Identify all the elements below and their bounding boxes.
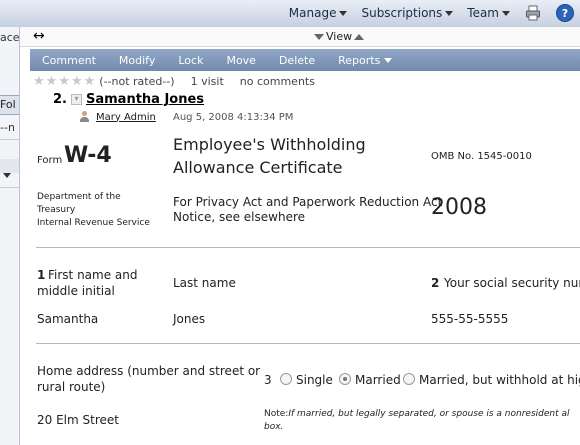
modify-menu-item[interactable]: Modify [107, 54, 166, 67]
omb-number: OMB No. 1545-0010 [431, 151, 532, 162]
star-icon[interactable]: ★ [84, 75, 96, 88]
star-icon[interactable]: ★ [33, 75, 45, 88]
entry-title: 2. ▾ Samantha Jones [53, 92, 204, 107]
help-icon: ? [556, 4, 574, 22]
filing-status-single[interactable]: Single [280, 373, 333, 387]
form-year: 2008 [431, 195, 487, 220]
help-button[interactable]: ? [556, 4, 574, 22]
department-line2: Treasury [37, 205, 76, 215]
comment-menu-item[interactable]: Comment [30, 54, 107, 67]
star-icon[interactable]: ★ [71, 75, 83, 88]
panel-header: ↔ View [20, 27, 580, 47]
married-higher-label: Married, but withhold at highe [419, 373, 580, 387]
chevron-down-icon [339, 10, 348, 16]
filing-status-married-higher[interactable]: Married, but withhold at highe [403, 373, 580, 387]
rating-text: (--not rated--) [99, 75, 175, 88]
single-label: Single [296, 373, 333, 387]
field-number-1: 1 [37, 268, 46, 282]
visit-count: 1 visit [190, 75, 224, 88]
lock-menu-item[interactable]: Lock [166, 54, 214, 67]
star-rating[interactable]: ★ ★ ★ ★ ★ [33, 75, 95, 88]
last-name-label: Last name [173, 276, 236, 290]
first-name-label-line2: middle initial [37, 284, 115, 298]
entry-menu-icon[interactable]: ▾ [70, 94, 82, 105]
privacy-notice-line1: For Privacy Act and Paperwork Reduction … [173, 195, 443, 209]
content-panel: ↔ View Comment Modify Lock Move Delete R… [19, 27, 580, 445]
divider [36, 247, 580, 248]
entry-number: 2. [53, 92, 67, 107]
print-button[interactable] [524, 4, 542, 22]
address-label-line2: rural route) [37, 380, 106, 394]
first-name-value: Samantha [37, 312, 99, 326]
resize-icon[interactable]: ↔ [33, 28, 45, 44]
field-number-2: 2 [431, 276, 440, 290]
comment-count: no comments [239, 75, 315, 88]
ssn-label: Your social security num [444, 276, 580, 290]
reports-label: Reports [338, 53, 381, 67]
radio-button[interactable] [403, 373, 415, 385]
note-text: If married, but legally separated, or sp… [288, 409, 570, 419]
star-icon[interactable]: ★ [46, 75, 58, 88]
entry-author: Mary Admin [79, 111, 156, 123]
team-menu[interactable]: Team [467, 6, 510, 20]
top-bar: Manage Subscriptions Team ? [0, 0, 580, 28]
chevron-down-icon [3, 173, 11, 178]
radio-button-selected[interactable] [339, 373, 351, 385]
first-name-label-line1: First name and [48, 268, 138, 282]
field-number-3: 3 [264, 373, 272, 387]
delete-menu-item[interactable]: Delete [267, 54, 326, 67]
department-line1: Department of the [37, 192, 121, 202]
chevron-down-icon [445, 10, 454, 16]
subscriptions-menu[interactable]: Subscriptions [361, 6, 454, 20]
expand-icon [354, 33, 365, 40]
married-label: Married [355, 373, 401, 387]
manage-menu[interactable]: Manage [289, 6, 348, 20]
ssn-value: 555-55-5555 [431, 312, 509, 326]
entry-meta: ★ ★ ★ ★ ★ (--not rated--) 1 visit no com… [33, 75, 315, 88]
chevron-down-icon [384, 57, 393, 63]
divider [36, 343, 580, 344]
form-label: Form [37, 155, 63, 166]
printer-icon [526, 5, 540, 21]
radio-button[interactable] [280, 373, 292, 385]
privacy-notice-line2: Notice, see elsewhere [173, 210, 306, 224]
team-label: Team [467, 6, 499, 20]
form-title-line1: Employee's Withholding [173, 135, 366, 154]
form-code: W-4 [64, 143, 112, 168]
user-icon [79, 111, 90, 123]
background-tab-label: Fol [0, 98, 16, 111]
view-label: View [326, 30, 353, 43]
reports-menu[interactable]: Reports [326, 54, 403, 67]
filing-status-married[interactable]: Married [339, 373, 401, 387]
note-lead: Note: [264, 409, 289, 419]
entry-title-link[interactable]: Samantha Jones [86, 92, 204, 107]
department-line3: Internal Revenue Service [37, 218, 150, 228]
note-tail: box. [264, 422, 284, 432]
move-menu-item[interactable]: Move [214, 54, 267, 67]
address-label-line1: Home address (number and street or [37, 364, 261, 378]
manage-label: Manage [288, 6, 337, 20]
view-toggle[interactable]: View [314, 30, 365, 43]
address-value: 20 Elm Street [37, 413, 119, 427]
collapse-icon [314, 33, 324, 40]
star-icon[interactable]: ★ [58, 75, 70, 88]
top-nav: Manage Subscriptions Team ? [289, 4, 574, 22]
author-link[interactable]: Mary Admin [96, 112, 156, 123]
background-text: --n [0, 121, 15, 134]
chevron-down-icon [502, 10, 510, 16]
form-title-line2: Allowance Certificate [173, 158, 343, 177]
filing-note: Note:If married, but legally separated, … [264, 409, 570, 419]
action-menubar: Comment Modify Lock Move Delete Reports [30, 49, 580, 71]
entry-date: Aug 5, 2008 4:13:34 PM [173, 112, 294, 123]
subscriptions-label: Subscriptions [361, 6, 443, 20]
last-name-value: Jones [173, 312, 206, 326]
